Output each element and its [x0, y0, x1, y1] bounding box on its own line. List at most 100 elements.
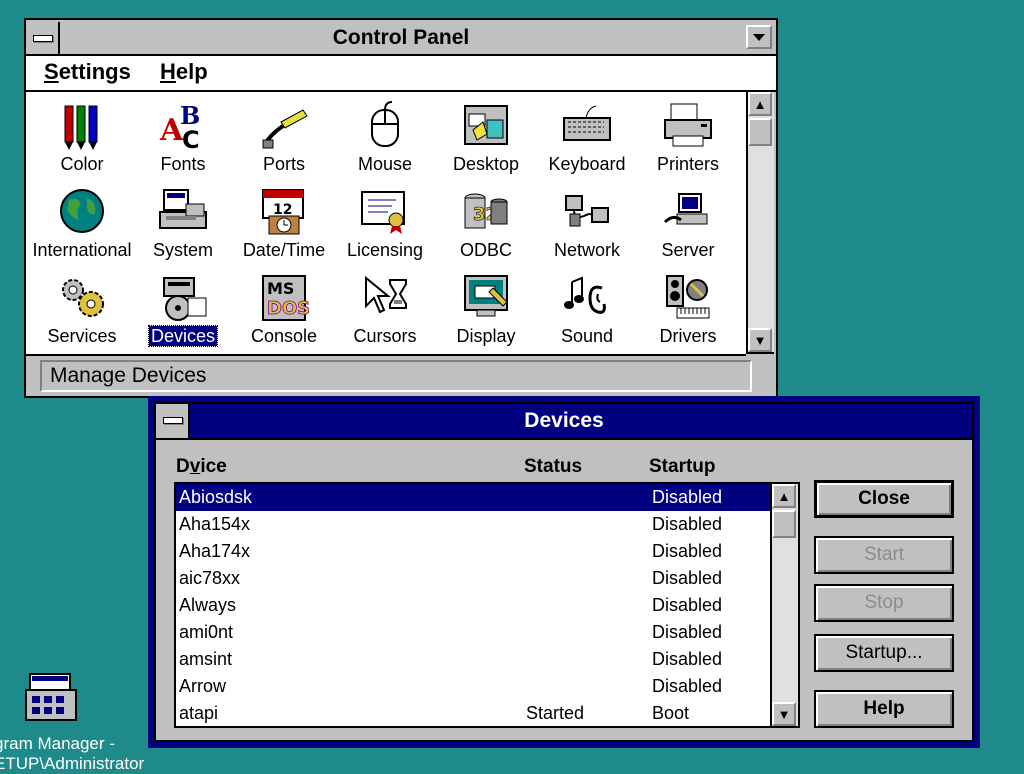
column-headers: Dvice Status Startup [176, 456, 776, 480]
cell-device: Aha154x [179, 514, 251, 534]
devices-titlebar[interactable]: Devices [156, 404, 972, 440]
keyboard-icon [563, 105, 611, 141]
scroll-up-arrow-icon[interactable]: ▲ [772, 484, 796, 508]
control-panel-item-console[interactable]: MS DOS Console [232, 270, 336, 354]
cell-startup: Disabled [652, 487, 723, 507]
table-row[interactable]: atapi Started Boot [176, 700, 770, 726]
control-panel-item-odbc[interactable]: 32 ODBC [434, 184, 538, 270]
control-panel-item-devices[interactable]: Devices [131, 270, 235, 354]
desktop-icon [464, 105, 508, 145]
control-panel-item-server[interactable]: Server [636, 184, 740, 270]
control-panel-item-ports[interactable]: Ports [232, 98, 336, 184]
icon-label-text: International [32, 240, 132, 260]
device-list-scrollbar[interactable]: ▲ ▼ [770, 484, 798, 726]
help-button[interactable]: Help [814, 690, 954, 728]
control-panel-item-display[interactable]: Display [434, 270, 538, 354]
scroll-down-arrow-icon[interactable]: ▼ [772, 702, 796, 726]
table-row[interactable]: Aha174x Disabled [176, 538, 770, 565]
icon-label-text: Fonts [160, 154, 206, 174]
odbc-icon: 32 [464, 193, 508, 229]
ports-icon [262, 109, 308, 149]
startup-button[interactable]: Startup... [814, 634, 954, 672]
devices-icon [163, 277, 207, 321]
globe-icon [60, 189, 104, 233]
gears-icon [62, 279, 104, 317]
control-panel-item-printers[interactable]: Printers [636, 98, 740, 184]
icon-label-text: Services [47, 326, 117, 346]
cell-device: ami0nt [179, 622, 234, 642]
scroll-thumb[interactable] [772, 510, 796, 538]
status-bar: Manage Devices [40, 360, 752, 392]
scroll-down-arrow-icon[interactable]: ▼ [748, 328, 772, 352]
dialog-title: Devices [524, 409, 604, 432]
menu-bar: Settings Help [26, 56, 776, 92]
control-panel-item-label: Printers [636, 153, 740, 175]
control-panel-titlebar[interactable]: Control Panel [26, 22, 776, 56]
control-panel-item-system[interactable]: System [131, 184, 235, 270]
control-panel-item-international[interactable]: International [30, 184, 134, 270]
icon-label-text: Printers [656, 154, 719, 174]
icon-label-text: Network [553, 240, 620, 260]
table-row[interactable]: aic78xx Disabled [176, 565, 770, 592]
cell-startup: Disabled [652, 649, 723, 669]
system-menu-icon[interactable] [26, 22, 60, 54]
calendar-clock-icon: 12 [262, 189, 304, 235]
control-panel-item-date-time[interactable]: 12 Date/Time [232, 184, 336, 270]
control-panel-item-label: Sound [535, 325, 639, 347]
cell-device: aic78xx [179, 568, 241, 588]
control-panel-item-fonts[interactable]: A B C Fonts [131, 98, 235, 184]
system-menu-icon[interactable] [156, 404, 190, 438]
scroll-thumb[interactable] [748, 118, 772, 146]
control-panel-item-cursors[interactable]: Cursors [333, 270, 437, 354]
table-row[interactable]: Abiosdsk Disabled [176, 484, 770, 511]
icon-label-text: ODBC [459, 240, 512, 260]
table-row[interactable]: Arrow Disabled [176, 673, 770, 700]
device-list[interactable]: Abiosdsk Disabled Aha154x Disabled Aha174x Di… [174, 482, 800, 728]
control-panel-item-label: Console [232, 325, 336, 347]
control-panel-item-label: Devices [131, 325, 235, 347]
close-button[interactable]: Close [814, 480, 954, 518]
menu-settings[interactable]: Settings [44, 59, 131, 85]
column-header-startup: Startup [649, 456, 716, 477]
control-panel-item-label: Display [434, 325, 538, 347]
program-manager-desktop-icon[interactable]: gram Manager - ETUP\Administrator [0, 672, 150, 774]
stop-button[interactable]: Stop [814, 584, 954, 622]
msdos-icon: MSDOS [262, 275, 309, 321]
control-panel-item-sound[interactable]: Sound [535, 270, 639, 354]
cell-startup: Disabled [652, 541, 723, 561]
control-panel-item-services[interactable]: Services [30, 270, 134, 354]
control-panel-item-network[interactable]: Network [535, 184, 639, 270]
icon-label-text: Licensing [346, 240, 424, 260]
control-panel-scrollbar[interactable]: ▲ ▼ [746, 92, 774, 354]
control-panel-item-drivers[interactable]: Drivers [636, 270, 740, 354]
start-button[interactable]: Start [814, 536, 954, 574]
icon-label-text: Mouse [357, 154, 413, 174]
scroll-up-arrow-icon[interactable]: ▲ [748, 92, 772, 116]
control-panel-item-label: System [131, 239, 235, 261]
icon-label-text: Server [661, 240, 715, 260]
table-row[interactable]: amsint Disabled [176, 646, 770, 673]
control-panel-item-licensing[interactable]: Licensing [333, 184, 437, 270]
svg-text:C: C [182, 126, 200, 150]
control-panel-item-mouse[interactable]: Mouse [333, 98, 437, 184]
cell-startup: Boot [652, 703, 690, 723]
control-panel-item-desktop[interactable]: Desktop [434, 98, 538, 184]
control-panel-item-label: Licensing [333, 239, 437, 261]
control-panel-item-color[interactable]: Color [30, 98, 134, 184]
devices-dialog: Devices Dvice Status Startup Abiosdsk Dis… [148, 396, 980, 748]
control-panel-item-keyboard[interactable]: Keyboard [535, 98, 639, 184]
icon-label-text: Cursors [353, 326, 417, 346]
table-row[interactable]: Aha154x Disabled [176, 511, 770, 538]
control-panel-item-label: Cursors [333, 325, 437, 347]
cell-device: Abiosdsk [179, 487, 253, 507]
table-row[interactable]: ami0nt Disabled [176, 619, 770, 646]
menu-help[interactable]: Help [160, 59, 208, 85]
minimize-button[interactable] [746, 25, 772, 49]
control-panel-item-label: Drivers [636, 325, 740, 347]
control-panel-item-label: International [30, 239, 134, 261]
table-row[interactable]: Always Disabled [176, 592, 770, 619]
drivers-icon [666, 275, 710, 319]
cursors-icon [365, 275, 407, 314]
control-panel-item-label: Keyboard [535, 153, 639, 175]
cell-startup: Disabled [652, 622, 723, 642]
